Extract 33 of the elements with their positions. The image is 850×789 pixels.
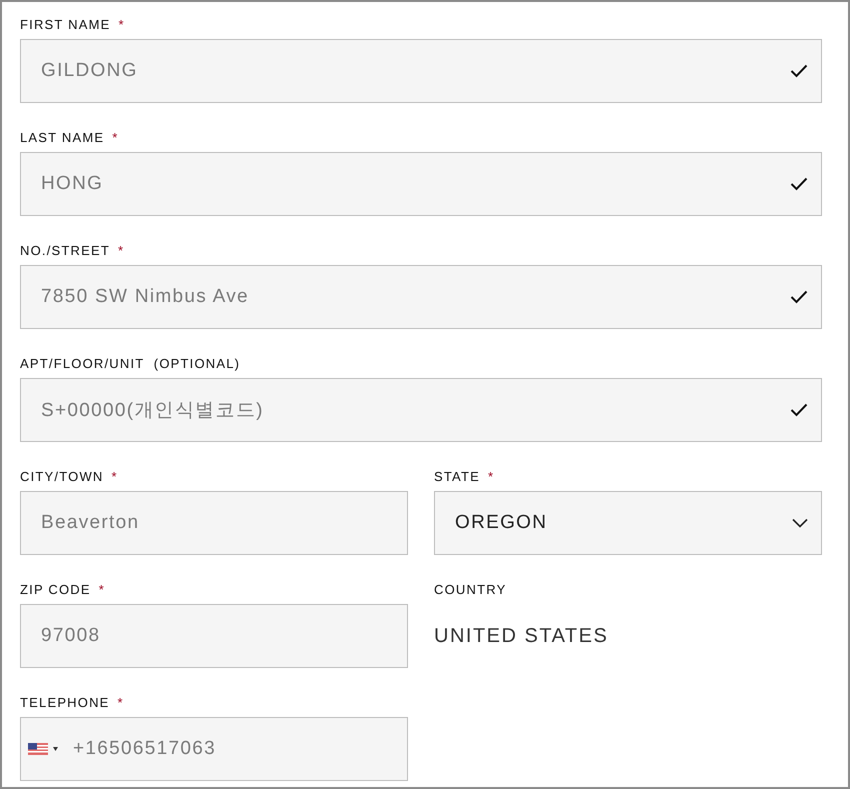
country-code-picker[interactable]	[28, 743, 58, 755]
required-mark: *	[112, 130, 118, 144]
caret-icon	[53, 747, 58, 751]
field-label: TELEPHONE	[20, 694, 110, 710]
text-field[interactable]: GILDONG	[20, 39, 822, 103]
text-field[interactable]: HONG	[20, 152, 822, 216]
telephone-field[interactable]: +16506517063	[20, 717, 408, 781]
text-field[interactable]: S+00000(개인식별코드)	[20, 378, 822, 442]
required-mark: *	[112, 468, 117, 484]
required-mark: *	[98, 582, 104, 596]
required-mark: *	[118, 16, 124, 32]
field-label: FIRST NAME	[20, 16, 110, 32]
required-mark: *	[118, 242, 124, 258]
field-label: CITY/TOWN	[20, 468, 104, 484]
text-field[interactable]: Beaverton	[20, 491, 408, 555]
field-label: COUNTRY	[434, 582, 506, 596]
required-mark: *	[488, 468, 494, 484]
field-label: NO./STREET	[20, 242, 110, 258]
text-field[interactable]: 7850 SW Nimbus Ave	[20, 265, 822, 329]
country-value: UNITED STATES	[434, 624, 610, 648]
checkmark-icon	[790, 403, 808, 417]
field-label: STATE	[434, 468, 480, 484]
flag-icon	[28, 743, 48, 755]
field-label: ZIP CODE	[20, 582, 91, 596]
required-mark: *	[118, 694, 123, 710]
chevron-down-icon	[792, 518, 808, 528]
checkmark-icon	[790, 177, 808, 191]
state-dropdown[interactable]: OREGON	[434, 491, 822, 555]
text-field[interactable]: 97008	[20, 604, 408, 668]
field-label: LAST NAME	[20, 130, 104, 144]
checkmark-icon	[790, 290, 808, 304]
checkmark-icon	[790, 64, 808, 78]
field-label: APT/FLOOR/UNIT (OPTIONAL)	[20, 356, 240, 370]
